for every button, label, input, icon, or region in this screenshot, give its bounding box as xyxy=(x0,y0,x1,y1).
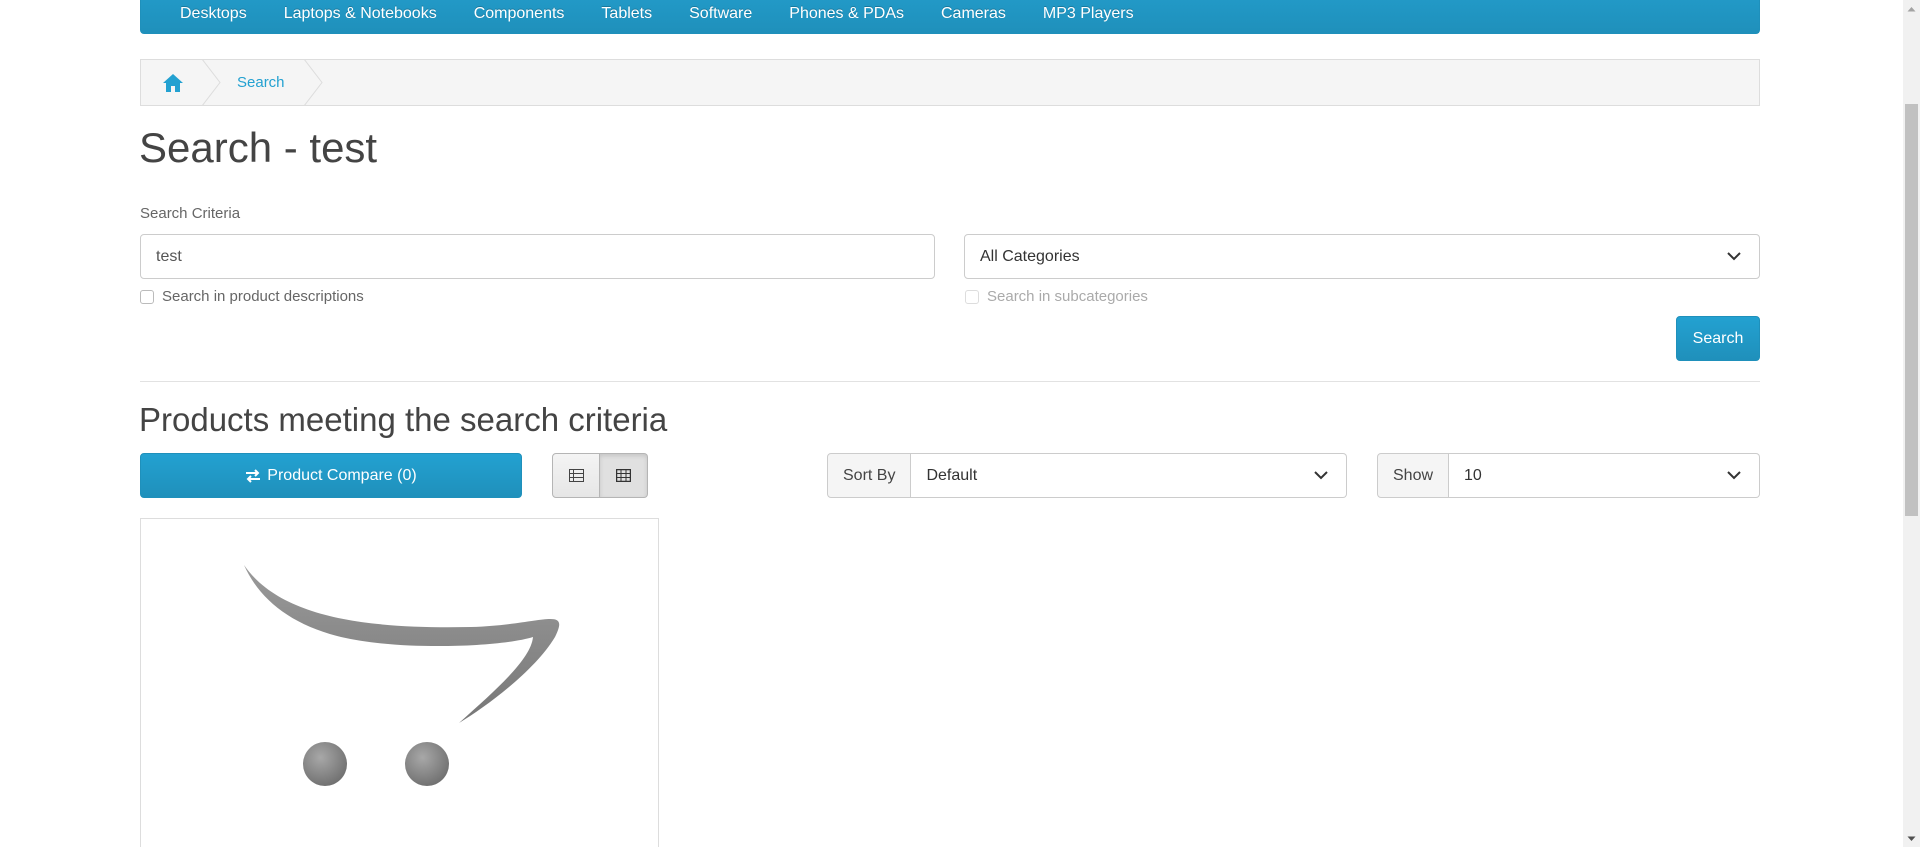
search-subcategories-label: Search in subcategories xyxy=(987,288,1148,305)
search-description-label: Search in product descriptions xyxy=(162,288,364,305)
page-title: Search - test xyxy=(139,124,378,171)
show-label: Show xyxy=(1377,453,1450,498)
scrollbar-thumb[interactable] xyxy=(1905,104,1918,516)
breadcrumb-separator xyxy=(304,59,323,106)
menu-item-phones-pdas[interactable]: Phones & PDAs xyxy=(789,5,904,23)
results-heading: Products meeting the search criteria xyxy=(139,401,668,438)
breadcrumb-separator xyxy=(202,59,221,106)
list-view-button[interactable] xyxy=(552,453,600,498)
page-scrollbar[interactable] xyxy=(1903,0,1920,847)
menu-item-components[interactable]: Components xyxy=(474,5,565,23)
view-toggle-group xyxy=(552,453,648,498)
menu-item-desktops[interactable]: Desktops xyxy=(180,5,247,23)
scroll-up-arrow-icon[interactable] xyxy=(1903,0,1920,17)
menu-item-mp3-players[interactable]: MP3 Players xyxy=(1043,5,1134,23)
product-card xyxy=(140,518,659,847)
list-view-icon xyxy=(568,469,584,482)
search-subcategories-option: Search in subcategories xyxy=(965,288,1148,305)
sort-by-label: Sort By xyxy=(827,453,912,498)
sort-by-value: Default xyxy=(926,466,978,484)
search-description-checkbox[interactable] xyxy=(140,289,154,304)
grid-view-button[interactable] xyxy=(600,453,648,498)
chevron-down-icon xyxy=(1727,252,1741,261)
sort-by-select[interactable]: Default xyxy=(911,453,1347,498)
chevron-down-icon xyxy=(1727,471,1741,480)
breadcrumb-home-link[interactable] xyxy=(141,60,205,105)
product-compare-label: Product Compare (0) xyxy=(267,466,417,484)
search-button[interactable]: Search xyxy=(1676,316,1760,361)
show-limit-control: Show 10 xyxy=(1377,453,1760,498)
search-subcategories-checkbox[interactable] xyxy=(965,289,979,304)
show-limit-select[interactable]: 10 xyxy=(1449,453,1760,498)
category-select-value: All Categories xyxy=(980,247,1080,265)
show-limit-value: 10 xyxy=(1464,466,1482,484)
divider xyxy=(140,381,1760,382)
product-placeholder-image[interactable] xyxy=(141,519,660,847)
menu-item-tablets[interactable]: Tablets xyxy=(601,5,652,23)
top-menu-bar: Desktops Laptops & Notebooks Components … xyxy=(140,0,1760,34)
menu-item-laptops-notebooks[interactable]: Laptops & Notebooks xyxy=(284,5,437,23)
grid-view-icon xyxy=(616,469,631,482)
scroll-down-arrow-icon[interactable] xyxy=(1903,830,1920,847)
breadcrumb-search-link[interactable]: Search xyxy=(237,60,285,105)
search-description-option: Search in product descriptions xyxy=(140,288,364,305)
menu-item-cameras[interactable]: Cameras xyxy=(941,5,1006,23)
home-icon xyxy=(163,73,183,92)
menu-item-software[interactable]: Software xyxy=(689,5,752,23)
search-keyword-value: test xyxy=(156,247,182,265)
breadcrumb: Search xyxy=(140,59,1760,106)
category-select[interactable]: All Categories xyxy=(964,234,1760,279)
product-compare-button[interactable]: Product Compare (0) xyxy=(140,453,522,498)
chevron-down-icon xyxy=(1314,471,1328,480)
sort-by-control: Sort By Default xyxy=(827,453,1347,498)
search-keyword-input[interactable]: test xyxy=(140,234,935,279)
page: Desktops Laptops & Notebooks Components … xyxy=(0,0,1920,847)
exchange-icon xyxy=(246,468,261,483)
search-criteria-label: Search Criteria xyxy=(140,205,241,222)
